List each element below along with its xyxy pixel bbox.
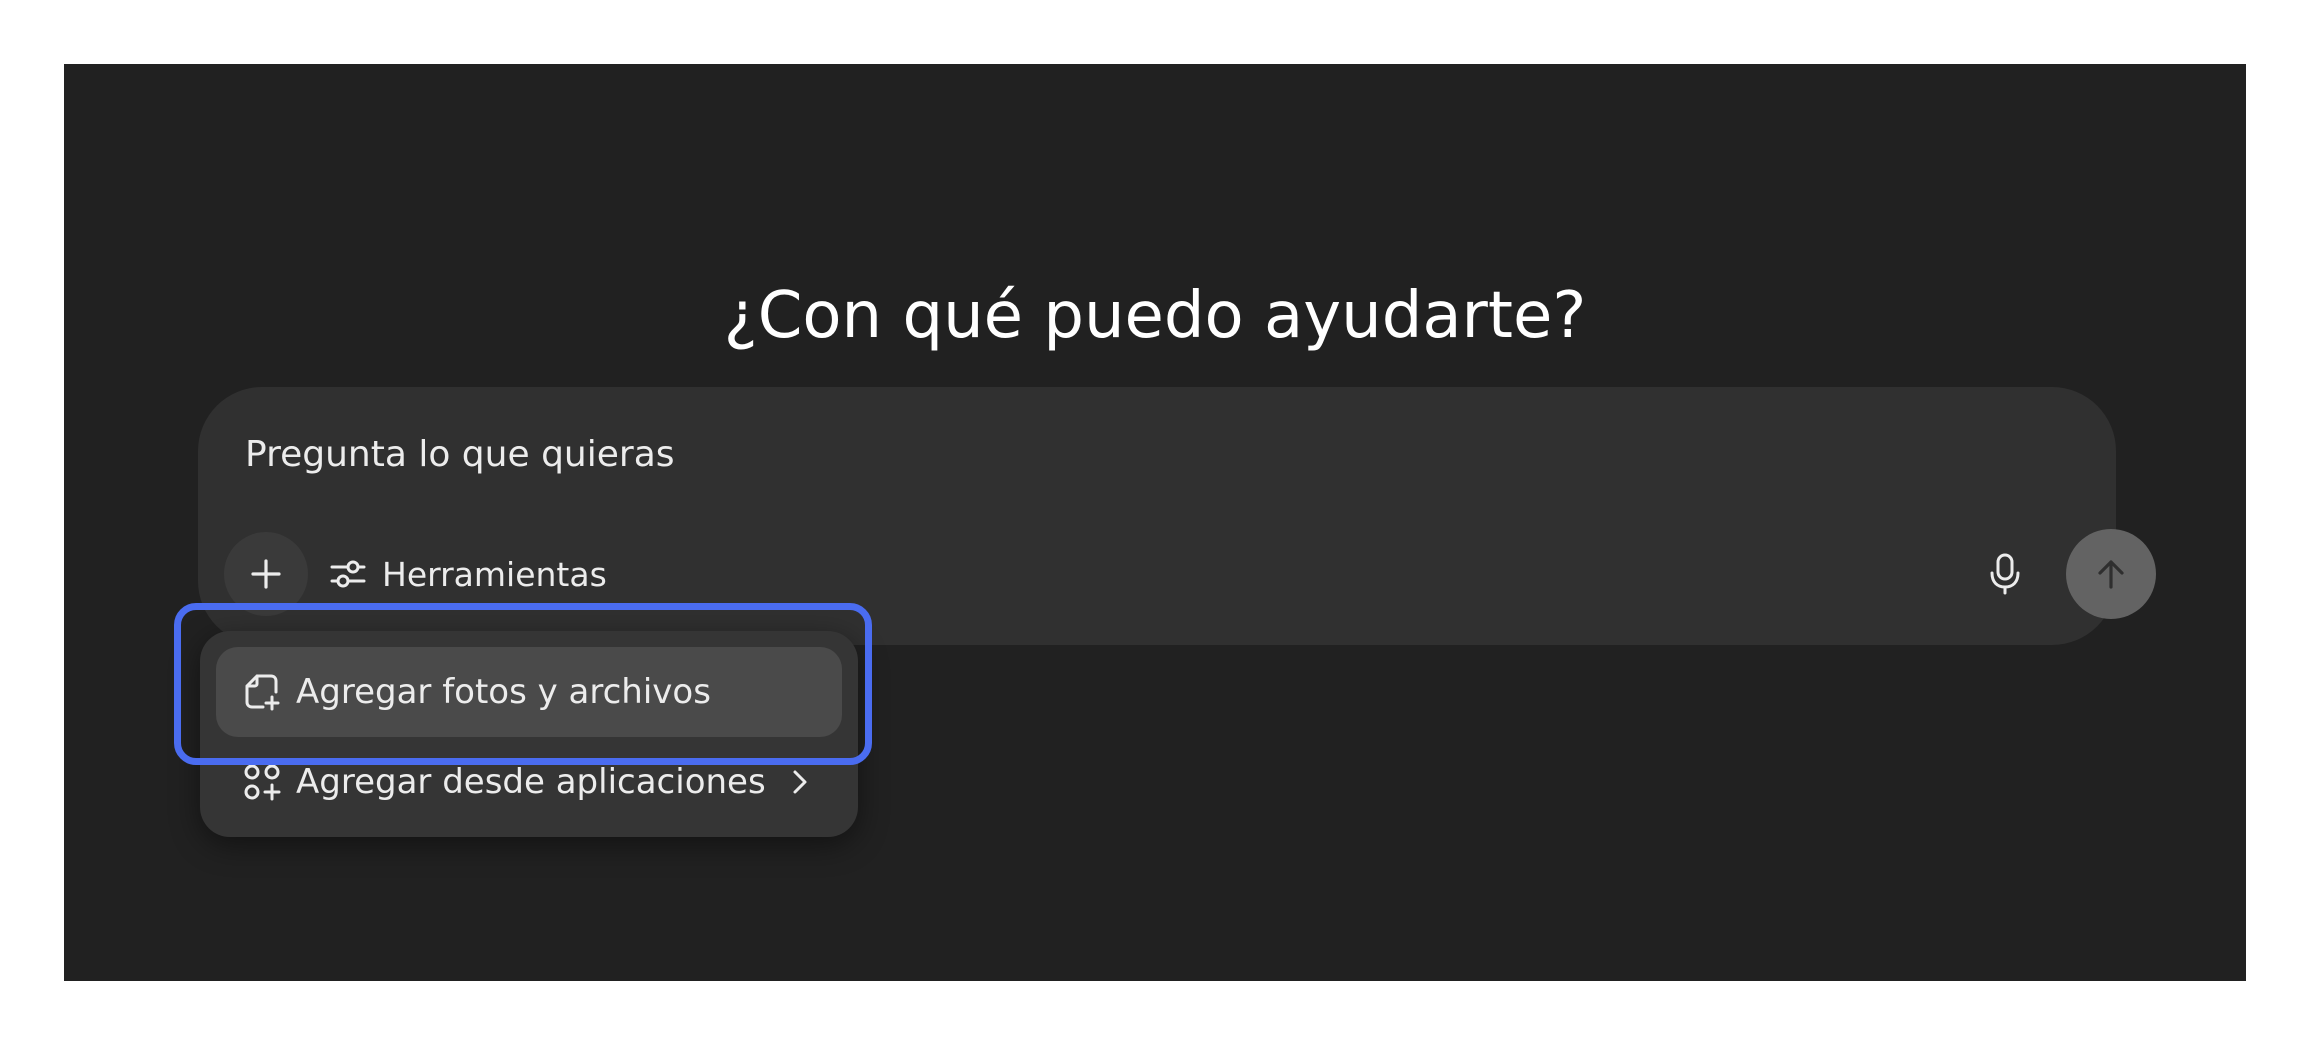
tools-button[interactable]: Herramientas — [328, 537, 607, 611]
microphone-icon — [1990, 553, 2020, 595]
add-file-icon — [242, 672, 282, 712]
menu-item-label: Agregar fotos y archivos — [296, 672, 711, 712]
microphone-button[interactable] — [1973, 542, 2037, 606]
attach-button[interactable] — [224, 532, 308, 616]
prompt-input[interactable] — [245, 429, 1945, 479]
menu-item-label: Agregar desde aplicaciones — [296, 762, 766, 802]
composer: Herramientas — [198, 387, 2156, 645]
chat-app-window: ¿Con qué puedo ayudarte? Herramientas — [64, 64, 2246, 981]
attach-menu: Agregar fotos y archivos Agregar desde a… — [200, 631, 858, 837]
apps-grid-icon — [242, 762, 282, 802]
arrow-up-icon — [2098, 560, 2124, 589]
send-button[interactable] — [2066, 529, 2156, 619]
tools-label: Herramientas — [382, 554, 607, 594]
menu-item-add-from-apps[interactable]: Agregar desde aplicaciones — [216, 737, 842, 827]
page-title: ¿Con qué puedo ayudarte? — [723, 279, 1587, 353]
plus-icon — [251, 559, 281, 589]
menu-item-add-photos-files[interactable]: Agregar fotos y archivos — [216, 647, 842, 737]
chevron-right-icon — [780, 762, 820, 802]
sliders-icon — [330, 560, 366, 588]
